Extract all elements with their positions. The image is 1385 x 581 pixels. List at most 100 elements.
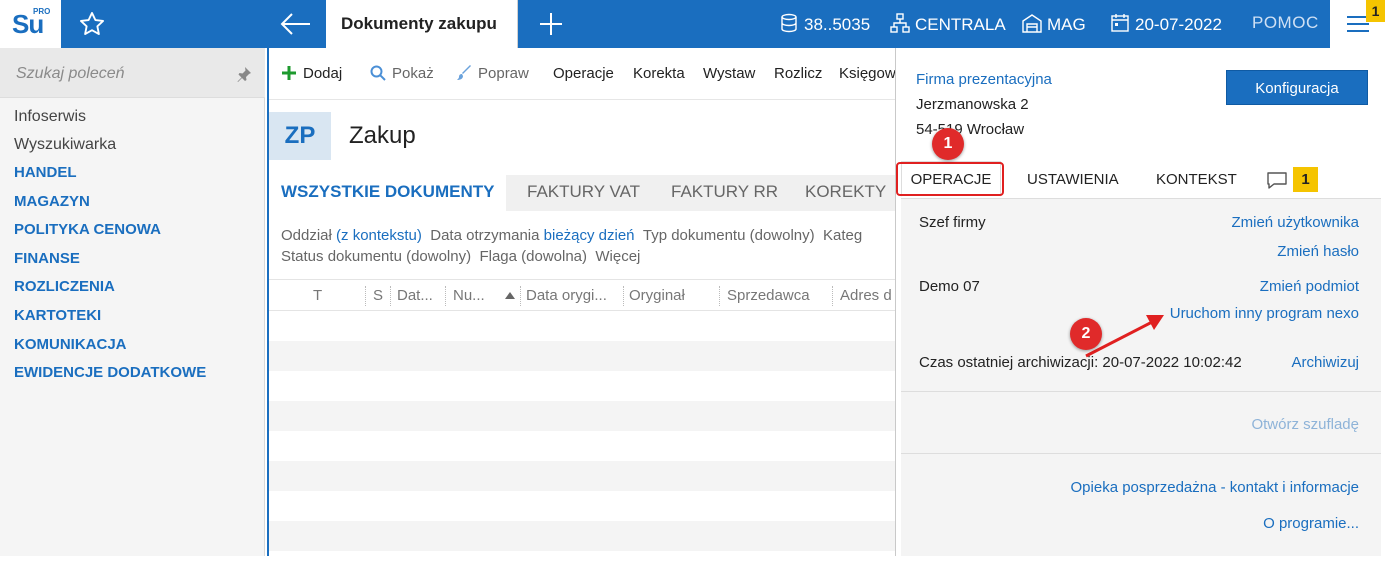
brush-icon [457, 65, 471, 80]
sidebar-item-kartoteki[interactable]: KARTOTEKI [14, 307, 101, 324]
column-header[interactable]: Adres d [840, 287, 892, 304]
documents-view: Dodaj Pokaż Popraw Operacje Korekta Wyst… [267, 48, 897, 556]
filter-branch-value[interactable]: (z kontekstu) [336, 227, 422, 244]
warehouse-indicator[interactable]: MAG [1022, 13, 1086, 35]
sidebar-item-ewidencje-dodatkowe[interactable]: EWIDENCJE DODATKOWE [14, 364, 206, 381]
add-tab-icon[interactable] [538, 11, 564, 37]
column-divider[interactable] [445, 286, 446, 306]
sidebar-item-finanse[interactable]: FINANSE [14, 250, 80, 267]
column-header[interactable]: Sprzedawca [727, 287, 810, 304]
add-button[interactable]: Dodaj [281, 65, 342, 82]
app-logo[interactable]: Su PRO [0, 0, 61, 48]
branch-label: CENTRALA [915, 15, 1006, 34]
table-row[interactable] [269, 401, 897, 431]
grid-header: T S Dat... Nu... Data orygi... Oryginał … [269, 279, 897, 311]
sidebar-item-wyszukiwarka[interactable]: Wyszukiwarka [14, 136, 116, 154]
table-row[interactable] [269, 341, 897, 371]
sidebar-item-polityka-cenowa[interactable]: POLITYKA CENOWA [14, 221, 161, 238]
table-row[interactable] [269, 431, 897, 461]
entity-name: Demo 07 [919, 278, 980, 295]
table-row[interactable] [269, 521, 897, 551]
change-entity-link[interactable]: Zmień podmiot [1260, 278, 1359, 295]
archive-link[interactable]: Archiwizuj [1291, 354, 1359, 371]
change-password-link[interactable]: Zmień hasło [1277, 243, 1359, 260]
support-link[interactable]: Opieka posprzedażna - kontakt i informac… [1071, 479, 1359, 496]
server-indicator[interactable]: 38..5035 [779, 13, 870, 35]
firm-street: Jerzmanowska 2 [916, 96, 1029, 113]
filter-type[interactable]: Typ dokumentu (dowolny) [643, 227, 815, 244]
branch-indicator[interactable]: CENTRALA [890, 13, 1006, 35]
tab-dokumenty-zakupu[interactable]: Dokumenty zakupu [326, 0, 518, 48]
back-arrow-icon[interactable] [278, 10, 312, 38]
column-header[interactable]: Data orygi... [526, 287, 607, 304]
tab-kontekst[interactable]: KONTEKST [1156, 171, 1237, 188]
correction-button[interactable]: Korekta [633, 65, 685, 82]
date-indicator[interactable]: 20-07-2022 [1110, 13, 1222, 35]
column-divider[interactable] [623, 286, 624, 306]
about-link[interactable]: O programie... [1263, 515, 1359, 532]
table-row[interactable] [269, 491, 897, 521]
sort-ascending-icon [505, 292, 515, 299]
column-header[interactable]: Dat... [397, 287, 433, 304]
tab-corrections[interactable]: KOREKTY [805, 175, 886, 211]
sidebar-item-infoserwis[interactable]: Infoserwis [14, 108, 86, 126]
column-divider[interactable] [390, 286, 391, 306]
show-button[interactable]: Pokaż [370, 65, 434, 82]
column-divider[interactable] [832, 286, 833, 306]
filter-bar: Oddział (z kontekstu) Data otrzymania bi… [281, 225, 862, 267]
calendar-icon [1111, 14, 1129, 32]
pin-icon[interactable] [236, 66, 252, 82]
sidebar-item-rozliczenia[interactable]: ROZLICZENIA [14, 278, 115, 295]
column-divider[interactable] [719, 286, 720, 306]
menu-badge: 1 [1366, 0, 1385, 22]
configuration-button[interactable]: Konfiguracja [1226, 70, 1368, 105]
divider [901, 453, 1381, 454]
tab-ustawienia[interactable]: USTAWIENIA [1027, 171, 1119, 188]
table-row[interactable] [269, 371, 897, 401]
database-icon [781, 13, 797, 33]
action-toolbar: Dodaj Pokaż Popraw Operacje Korekta Wyst… [269, 48, 897, 100]
warehouse-icon [1022, 14, 1042, 33]
document-type-badge: ZP [269, 112, 331, 160]
open-drawer-link[interactable]: Otwórz szufladę [1251, 416, 1359, 433]
help-link[interactable]: POMOC [1252, 13, 1319, 33]
tab-vat-invoices[interactable]: FAKTURY VAT [527, 175, 640, 211]
tab-rr-invoices[interactable]: FAKTURY RR [671, 175, 778, 211]
message-icon[interactable] [1266, 171, 1288, 190]
table-row[interactable] [269, 311, 897, 341]
messages-badge: 1 [1293, 167, 1318, 192]
column-divider[interactable] [520, 286, 521, 306]
column-header[interactable]: S [373, 287, 383, 304]
star-icon[interactable] [78, 10, 106, 38]
issue-button[interactable]: Wystaw [703, 65, 755, 82]
column-header[interactable]: Oryginał [629, 287, 685, 304]
sidebar-item-magazyn[interactable]: MAGAZYN [14, 193, 90, 210]
tab-label: Dokumenty zakupu [341, 14, 497, 33]
column-divider[interactable] [365, 286, 366, 306]
document-tabs: WSZYSTKIE DOKUMENTY FAKTURY VAT FAKTURY … [269, 175, 897, 211]
run-other-program-link[interactable]: Uruchom inny program nexo [1170, 305, 1359, 322]
column-header[interactable]: T [313, 287, 322, 304]
change-user-link[interactable]: Zmień użytkownika [1231, 214, 1359, 231]
filter-flag[interactable]: Flaga (dowolna) [479, 248, 587, 265]
command-search[interactable]: Szukaj poleceń [0, 48, 265, 98]
operations-content: Szef firmy Zmień użytkownika Zmień hasło… [901, 198, 1381, 556]
top-bar: Su PRO Dokumenty zakupu 38..5035 CENTRAL… [0, 0, 1385, 48]
filter-status[interactable]: Status dokumentu (dowolny) [281, 248, 471, 265]
filter-branch-label: Oddział [281, 227, 332, 244]
sidebar-item-handel[interactable]: HANDEL [14, 164, 77, 181]
filter-category[interactable]: Kateg [823, 227, 862, 244]
date-label: 20-07-2022 [1135, 15, 1222, 34]
edit-button[interactable]: Popraw [456, 65, 529, 82]
book-button[interactable]: Księgow [839, 65, 896, 82]
settle-button[interactable]: Rozlicz [774, 65, 822, 82]
sidebar-item-komunikacja[interactable]: KOMUNIKACJA [14, 336, 127, 353]
filter-more[interactable]: Więcej [595, 248, 640, 265]
table-row[interactable] [269, 461, 897, 491]
column-header[interactable]: Nu... [453, 287, 485, 304]
tab-all-documents[interactable]: WSZYSTKIE DOKUMENTY [269, 175, 507, 211]
main-menu-button[interactable]: 1 [1330, 0, 1385, 48]
filter-date-value[interactable]: bieżący dzień [544, 227, 635, 244]
operations-button[interactable]: Operacje [553, 65, 614, 82]
firm-name-link[interactable]: Firma prezentacyjna [916, 71, 1052, 88]
